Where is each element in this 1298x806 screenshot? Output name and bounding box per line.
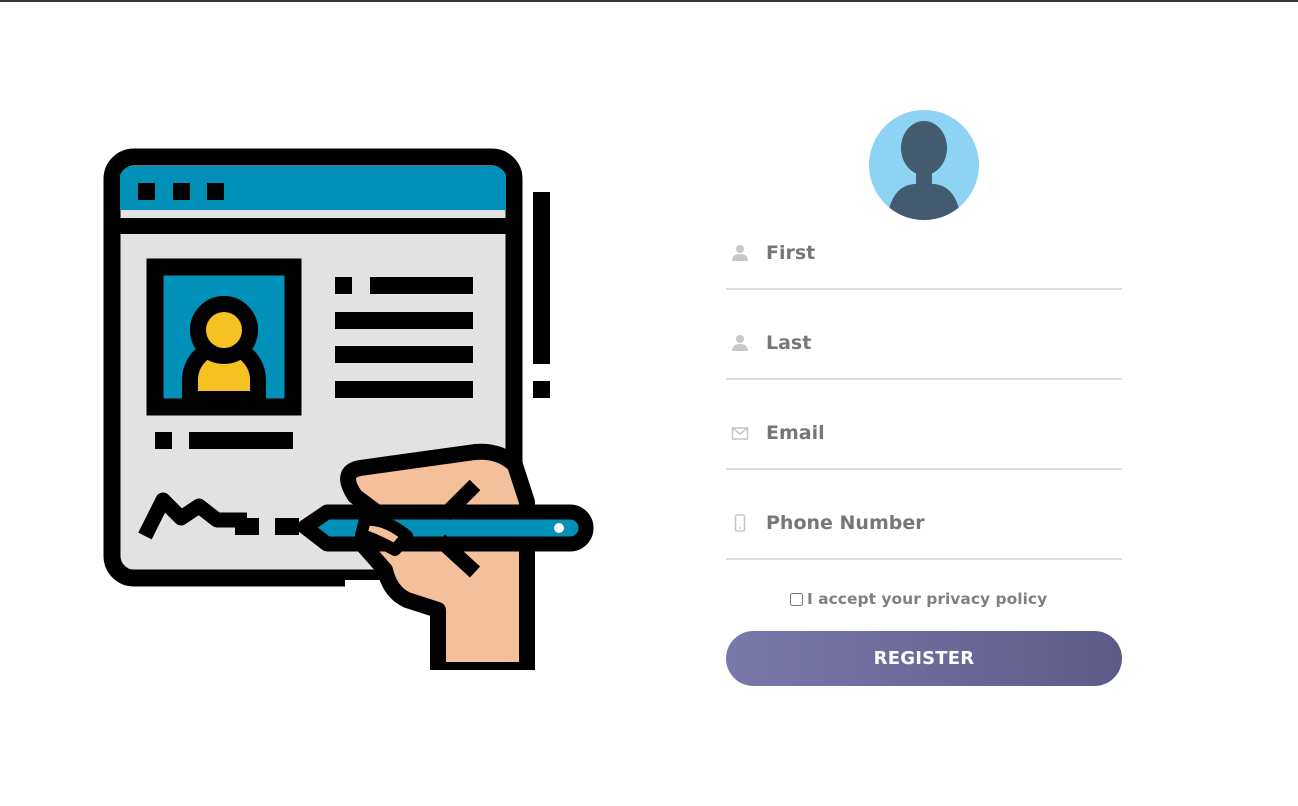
privacy-policy-checkbox[interactable]	[790, 592, 803, 606]
last-name-field	[726, 318, 1122, 380]
user-icon	[732, 245, 748, 261]
privacy-policy-row[interactable]: I accept your privacy policy	[790, 588, 1047, 610]
registration-form: I accept your privacy policy REGISTER	[726, 0, 1122, 806]
envelope-icon	[731, 427, 749, 440]
privacy-policy-label: I accept your privacy policy	[807, 590, 1048, 608]
email-field	[726, 408, 1122, 470]
last-name-input[interactable]	[766, 328, 1106, 358]
phone-number-field	[726, 498, 1122, 560]
first-name-input[interactable]	[766, 238, 1106, 268]
phone-number-input[interactable]	[766, 508, 1106, 538]
email-input[interactable]	[766, 418, 1106, 448]
registration-illustration	[103, 148, 594, 670]
phone-icon	[734, 514, 746, 532]
first-name-field	[726, 228, 1122, 290]
register-button[interactable]: REGISTER	[726, 631, 1122, 686]
user-icon	[732, 335, 748, 351]
